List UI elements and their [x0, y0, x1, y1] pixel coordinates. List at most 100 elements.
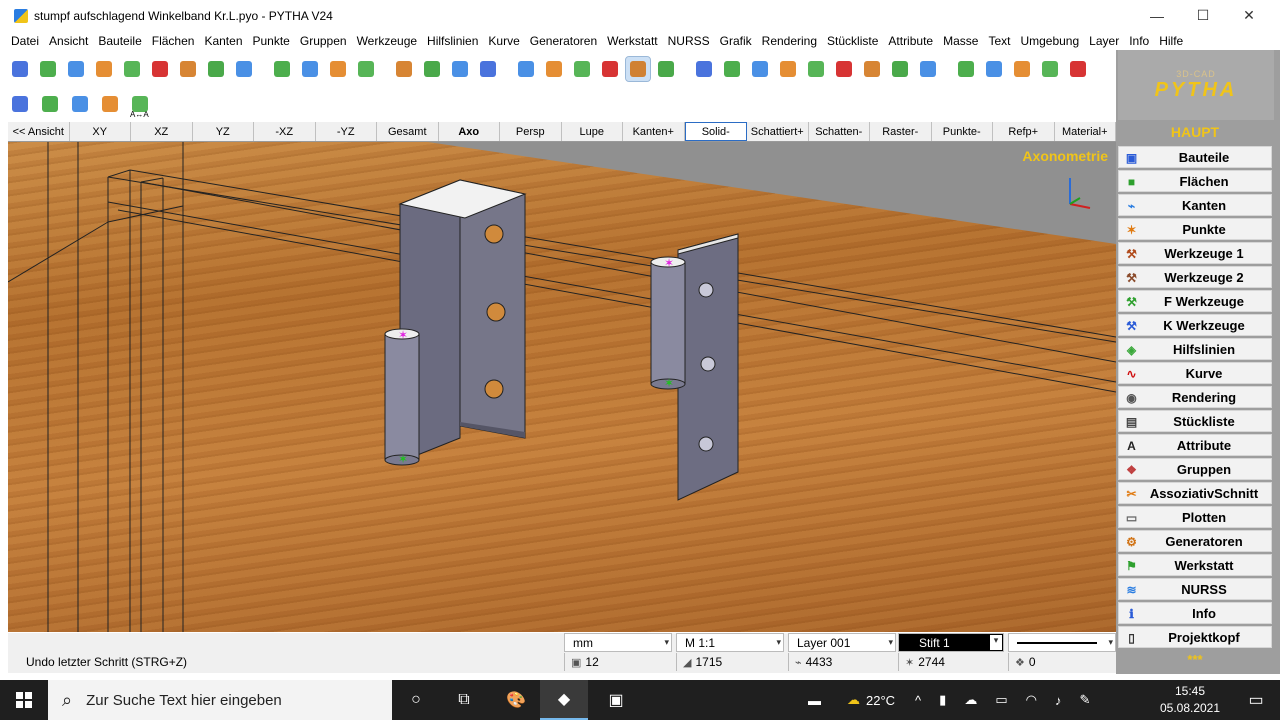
delete-icon[interactable] [982, 57, 1006, 81]
panel-item-k-werkzeuge[interactable]: ⚒ K Werkzeuge [1118, 314, 1272, 336]
clock[interactable]: 15:45 05.08.2021 [1150, 683, 1230, 717]
import-icon[interactable] [542, 57, 566, 81]
menu-grafik[interactable]: Grafik [715, 34, 757, 48]
panel-item-werkzeuge-1[interactable]: ⚒ Werkzeuge 1 [1118, 242, 1272, 264]
material-icon[interactable] [8, 92, 32, 116]
view-button-schattiert[interactable]: Schattiert+ [747, 122, 809, 141]
weather-temp[interactable]: 22°C [866, 693, 895, 708]
eye-icon[interactable] [448, 57, 472, 81]
view-button-punkte[interactable]: Punkte- [932, 122, 993, 141]
render-icon[interactable] [420, 57, 444, 81]
menu-werkstatt[interactable]: Werkstatt [602, 34, 662, 48]
brush-icon[interactable] [38, 92, 62, 116]
menu-masse[interactable]: Masse [938, 34, 983, 48]
cad-viewport[interactable]: ✶ ✶ ✶ ✶ Axonometrie [8, 142, 1116, 632]
view-button-material[interactable]: Material+ [1055, 122, 1116, 141]
panel-item-f-werkzeuge[interactable]: ⚒ F Werkzeuge [1118, 290, 1272, 312]
points-icon[interactable] [92, 57, 116, 81]
linestyle-select[interactable]: ▾ [1008, 633, 1116, 652]
panel-item-bauteile[interactable]: ▣ Bauteile [1118, 146, 1272, 168]
scale-icon[interactable] [1038, 57, 1062, 81]
info-icon[interactable] [916, 57, 940, 81]
menu-generatoren[interactable]: Generatoren [525, 34, 602, 48]
fill-icon[interactable] [570, 57, 594, 81]
cup-icon[interactable] [598, 57, 622, 81]
view-button-gesamt[interactable]: Gesamt [377, 122, 439, 141]
menu-punkte[interactable]: Punkte [248, 34, 295, 48]
menu-kanten[interactable]: Kanten [199, 34, 247, 48]
list-icon[interactable] [720, 57, 744, 81]
panel-item-st-ckliste[interactable]: ▤ Stückliste [1118, 410, 1272, 432]
panel-item-assoziativschnitt[interactable]: ✂ AssoziativSchnitt [1118, 482, 1272, 504]
menu-attribute[interactable]: Attribute [883, 34, 938, 48]
nurss-icon[interactable] [232, 57, 256, 81]
close-button[interactable]: ✕ [1226, 0, 1272, 31]
panel-item-werkstatt[interactable]: ⚑ Werkstatt [1118, 554, 1272, 576]
panel-item-attribute[interactable]: A Attribute [1118, 434, 1272, 456]
pick-icon[interactable] [625, 56, 651, 82]
notification-icon[interactable]: ▭ [1232, 680, 1280, 720]
view-button-raster[interactable]: Raster- [870, 122, 932, 141]
ktool-icon[interactable] [354, 57, 378, 81]
view-button-schatten[interactable]: Schatten- [809, 122, 870, 141]
wifi-icon[interactable]: ◠ [1026, 692, 1037, 708]
battery-icon[interactable]: ▬ [808, 693, 821, 708]
view-button-ansicht[interactable]: << Ansicht [8, 122, 70, 141]
attr-icon[interactable] [692, 57, 716, 81]
tool-icon[interactable] [204, 57, 228, 81]
panel-item-werkzeuge-2[interactable]: ⚒ Werkzeuge 2 [1118, 266, 1272, 288]
edge-icon[interactable] [64, 57, 88, 81]
tree-icon[interactable] [888, 57, 912, 81]
view-button-xy[interactable]: XY [70, 122, 131, 141]
refresh-icon[interactable] [954, 57, 978, 81]
panel-item-hilfslinien[interactable]: ◈ Hilfslinien [1118, 338, 1272, 360]
copy-icon[interactable] [804, 57, 828, 81]
cube-icon[interactable] [8, 57, 32, 81]
cortana-icon[interactable]: ○ [392, 680, 440, 720]
helpline-icon[interactable] [120, 57, 144, 81]
menu-gruppen[interactable]: Gruppen [295, 34, 352, 48]
view-button-xz[interactable]: -XZ [254, 122, 316, 141]
usb-icon[interactable]: ▮ [939, 692, 946, 708]
move-icon[interactable] [1010, 57, 1034, 81]
volume-icon[interactable]: ♪ [1055, 693, 1062, 708]
view-button-lupe[interactable]: Lupe [562, 122, 623, 141]
plot-icon[interactable] [476, 57, 500, 81]
menu-bauteile[interactable]: Bauteile [93, 34, 146, 48]
gear-icon[interactable] [176, 57, 200, 81]
panel-item-info[interactable]: ℹ Info [1118, 602, 1272, 624]
battery-tray-icon[interactable]: ▭ [995, 692, 1007, 708]
ftool-icon[interactable] [326, 57, 350, 81]
layer-select[interactable]: Layer 001 ▾ [788, 633, 896, 652]
export-icon[interactable] [514, 57, 538, 81]
pen-tray-icon[interactable]: ✎ [1079, 692, 1090, 708]
panel-item-fl-chen[interactable]: ■ Flächen [1118, 170, 1272, 192]
start-button[interactable] [0, 680, 48, 720]
menu-hilfe[interactable]: Hilfe [1154, 34, 1188, 48]
view-button-axo[interactable]: Axo [439, 122, 500, 141]
rotate-icon[interactable] [1066, 57, 1090, 81]
tool2-icon[interactable] [298, 57, 322, 81]
redo-icon[interactable] [654, 57, 678, 81]
face-icon[interactable] [36, 57, 60, 81]
view-button-yz[interactable]: -YZ [316, 122, 377, 141]
menu-kurve[interactable]: Kurve [483, 34, 524, 48]
menu-werkzeuge[interactable]: Werkzeuge [352, 34, 422, 48]
menu-datei[interactable]: Datei [6, 34, 44, 48]
view-button-kanten[interactable]: Kanten+ [623, 122, 685, 141]
recorder-app-icon[interactable]: ▣ [592, 680, 640, 720]
curve-icon[interactable] [148, 57, 172, 81]
onedrive-icon[interactable]: ☁ [964, 692, 977, 708]
view-button-yz[interactable]: YZ [193, 122, 254, 141]
panel-item-punkte[interactable]: ✶ Punkte [1118, 218, 1272, 240]
menu-fl-chen[interactable]: Flächen [147, 34, 200, 48]
paint-icon[interactable] [68, 92, 92, 116]
hatch-icon[interactable] [832, 57, 856, 81]
panel-item-kurve[interactable]: ∿ Kurve [1118, 362, 1272, 384]
taskbar-search[interactable]: ⌕ Zur Suche Text hier eingeben [48, 680, 392, 720]
menu-hilfslinien[interactable]: Hilfslinien [422, 34, 483, 48]
pytha-taskbar-icon[interactable]: ◆ [540, 680, 588, 720]
maximize-button[interactable]: ☐ [1180, 0, 1226, 31]
counter-icon[interactable] [776, 57, 800, 81]
panel-item-generatoren[interactable]: ⚙ Generatoren [1118, 530, 1272, 552]
